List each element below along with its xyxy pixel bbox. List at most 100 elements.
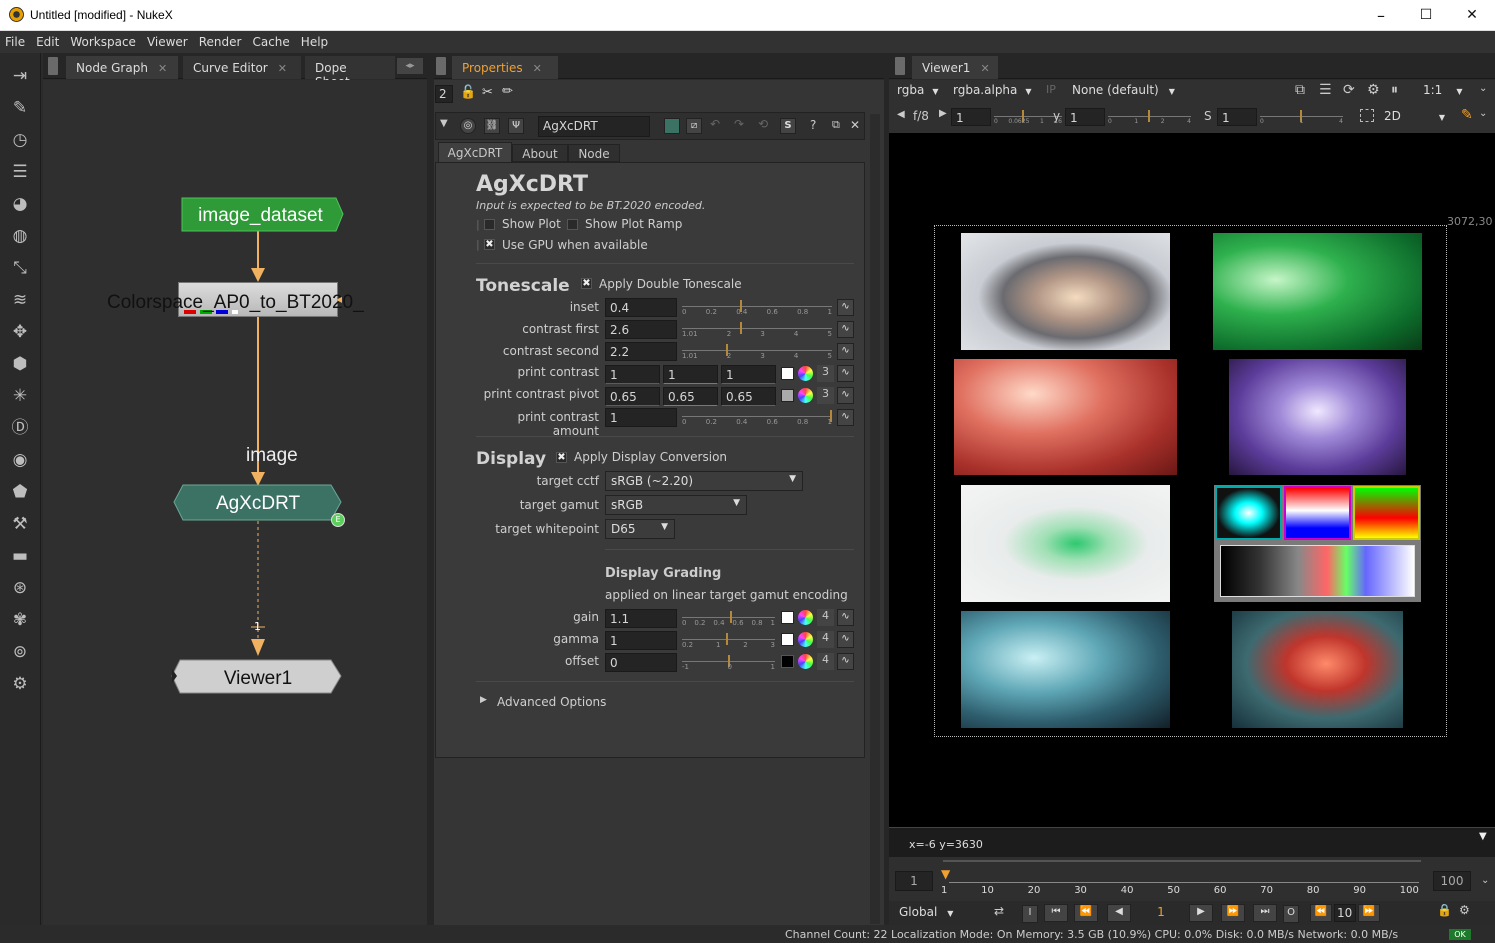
group-view-icon[interactable]: Ψ bbox=[508, 118, 524, 134]
viewer-canvas[interactable]: 3072,30 bbox=[889, 133, 1495, 827]
toolsets-icon[interactable]: ⚒ bbox=[9, 513, 31, 535]
animation-curve-icon[interactable]: ∿ bbox=[837, 387, 854, 404]
animation-curve-icon[interactable]: ∿ bbox=[837, 409, 854, 426]
gamma-field[interactable]: 1 bbox=[1065, 108, 1105, 126]
use-gpu-checkbox[interactable]: ✖ bbox=[484, 239, 495, 250]
tab-curve-editor[interactable]: Curve Editor ✕ bbox=[183, 56, 301, 79]
particles-nodes-icon[interactable]: ✳ bbox=[9, 385, 31, 407]
play-forward-button[interactable]: ▶ bbox=[1189, 904, 1213, 922]
region-select-icon[interactable] bbox=[1360, 109, 1374, 122]
more-options-icon[interactable]: ⌄ bbox=[1479, 83, 1487, 94]
contrast-first-field[interactable]: 2.6 bbox=[605, 320, 677, 339]
maximize-button[interactable]: ☐ bbox=[1403, 0, 1449, 31]
timeline-menu-icon[interactable]: ⌄ bbox=[1481, 875, 1489, 886]
inset-slider[interactable]: 0 0.2 0.4 0.6 0.8 1 bbox=[682, 298, 834, 318]
settings-icon[interactable]: ⚙ bbox=[1459, 903, 1470, 917]
more-options-icon[interactable]: ⌄ bbox=[1479, 108, 1487, 119]
transform-nodes-icon[interactable]: ✥ bbox=[9, 321, 31, 343]
other-nodes-icon[interactable]: ▬ bbox=[9, 545, 31, 567]
channel-count-button[interactable]: 4 bbox=[817, 609, 834, 626]
timeline[interactable]: 1 ▼ 1 10 20 30 40 50 60 70 80 90 100 100 ⌄ bbox=[889, 857, 1495, 901]
info-expand-icon[interactable]: ▼ bbox=[1479, 831, 1487, 842]
menu-help[interactable]: Help bbox=[296, 31, 334, 49]
tab-viewer1[interactable]: Viewer1 ✕ bbox=[912, 56, 998, 79]
menu-edit[interactable]: Edit bbox=[31, 31, 65, 49]
pane-menu-icon[interactable] bbox=[436, 57, 446, 75]
gain-decrease-icon[interactable]: ◀ bbox=[897, 109, 905, 120]
timeline-start-field[interactable]: 1 bbox=[895, 871, 933, 891]
gl-color-button[interactable]: ⧄ bbox=[686, 118, 702, 134]
clipping-warning-icon[interactable]: ☰ bbox=[1319, 82, 1332, 98]
tab-about[interactable]: About bbox=[512, 144, 568, 162]
expand-arrow-icon[interactable]: ▶ bbox=[480, 695, 487, 705]
pane-menu-icon[interactable] bbox=[895, 57, 905, 75]
color-wheel-icon[interactable] bbox=[798, 610, 813, 625]
metadata-nodes-icon[interactable]: ⬟ bbox=[9, 481, 31, 503]
amount-slider[interactable]: 0 0.2 0.4 0.6 0.8 1 bbox=[682, 408, 834, 428]
timeline-end-field[interactable]: 100 bbox=[1433, 871, 1471, 891]
pivot-b-field[interactable]: 0.65 bbox=[721, 387, 776, 406]
previous-keyframe-button[interactable]: ⏪ bbox=[1074, 904, 1098, 922]
gain-field[interactable]: 1.1 bbox=[605, 609, 677, 628]
filter-nodes-icon[interactable]: ◍ bbox=[9, 225, 31, 247]
alpha-channel-dropdown[interactable]: rgba.alpha ▼ bbox=[953, 83, 1039, 101]
tab-properties[interactable]: Properties ✕ bbox=[452, 56, 558, 79]
gain-increase-icon[interactable]: ▶ bbox=[939, 108, 947, 119]
properties-scrollbar[interactable] bbox=[870, 114, 880, 924]
close-tab-icon[interactable]: ✕ bbox=[980, 62, 989, 75]
inset-field[interactable]: 0.4 bbox=[605, 298, 677, 317]
in-point-button[interactable]: I bbox=[1022, 905, 1038, 923]
color-wheel-icon[interactable] bbox=[798, 654, 813, 669]
color-nodes-icon[interactable]: ◕ bbox=[9, 193, 31, 215]
revert-icon[interactable]: ⟲ bbox=[758, 117, 768, 131]
furnace-nodes-icon[interactable]: ⊛ bbox=[9, 577, 31, 599]
channel-count-button[interactable]: 3 bbox=[817, 365, 834, 382]
color-swatch[interactable] bbox=[781, 611, 794, 624]
centre-node-icon[interactable]: ⛓ bbox=[484, 118, 500, 134]
color-swatch[interactable] bbox=[781, 655, 794, 668]
menu-render[interactable]: Render bbox=[194, 31, 248, 49]
zoom-dropdown[interactable]: 1:1 ▼ bbox=[1423, 83, 1462, 97]
roi-icon[interactable]: ⧉ bbox=[1295, 82, 1305, 98]
current-frame-field[interactable]: 1 bbox=[1141, 905, 1181, 919]
close-tab-icon[interactable]: ✕ bbox=[533, 62, 542, 75]
close-button[interactable]: ✕ bbox=[1449, 0, 1495, 31]
pivot-r-field[interactable]: 0.65 bbox=[605, 387, 660, 406]
pane-divider[interactable] bbox=[427, 53, 434, 925]
minimize-button[interactable]: – bbox=[1358, 0, 1404, 31]
target-gamut-dropdown[interactable]: sRGB ▼ bbox=[605, 495, 747, 515]
color-wheel-icon[interactable] bbox=[798, 388, 813, 403]
menu-file[interactable]: File bbox=[0, 31, 31, 49]
offset-slider[interactable]: -1 0 1 bbox=[682, 653, 777, 673]
node-name-field[interactable]: AgXcDRT bbox=[538, 116, 650, 137]
print-contrast-r-field[interactable]: 1 bbox=[605, 365, 660, 384]
color-wheel-icon[interactable] bbox=[798, 366, 813, 381]
node-graph-canvas[interactable]: image_dataset Colorspace_AP0_to_BT2020_ … bbox=[43, 80, 427, 925]
show-plot-ramp-checkbox[interactable] bbox=[567, 219, 578, 230]
color-picker-icon[interactable]: ✎ bbox=[1461, 107, 1473, 123]
pause-icon[interactable]: ⏸ bbox=[1391, 82, 1398, 98]
channel-nodes-icon[interactable]: ☰ bbox=[9, 161, 31, 183]
apply-display-conversion-checkbox[interactable]: ✖ bbox=[556, 452, 567, 463]
tab-node[interactable]: Node bbox=[568, 144, 620, 162]
view-mode-dropdown[interactable]: 2D ▼ bbox=[1384, 109, 1445, 123]
views-nodes-icon[interactable]: ◉ bbox=[9, 449, 31, 471]
show-plot-checkbox[interactable] bbox=[484, 219, 495, 230]
max-panels-field[interactable]: 2 bbox=[435, 85, 453, 103]
float-panel-icon[interactable]: ✏ bbox=[502, 84, 513, 99]
menu-cache[interactable]: Cache bbox=[247, 31, 295, 49]
cara-nodes-icon[interactable]: ⊚ bbox=[9, 641, 31, 663]
clear-panels-icon[interactable]: ✂ bbox=[482, 85, 493, 100]
color-swatch[interactable] bbox=[781, 389, 794, 402]
step-forward-button[interactable]: ⏩ bbox=[1358, 904, 1380, 922]
image-nodes-icon[interactable]: ⇥ bbox=[9, 65, 31, 87]
tab-node-graph[interactable]: Node Graph ✕ bbox=[66, 56, 178, 79]
play-backward-button[interactable]: ◀ bbox=[1107, 904, 1131, 922]
color-swatch[interactable] bbox=[781, 633, 794, 646]
gamma-slider[interactable]: 0.2 1 2 3 bbox=[682, 631, 777, 651]
help-icon[interactable]: ? bbox=[810, 118, 816, 132]
close-tab-icon[interactable]: ✕ bbox=[278, 62, 287, 75]
tab-agxcdrt[interactable]: AgXcDRT bbox=[438, 142, 512, 162]
advanced-options-toggle[interactable]: Advanced Options bbox=[497, 695, 606, 709]
target-cctf-dropdown[interactable]: sRGB (~2.20) ▼ bbox=[605, 471, 803, 491]
